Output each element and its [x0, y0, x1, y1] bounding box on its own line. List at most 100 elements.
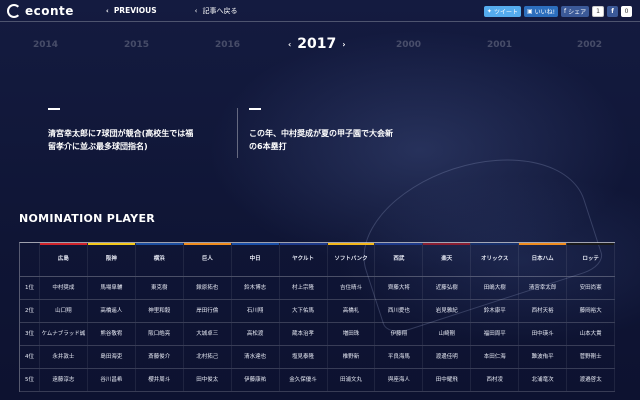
player-cell[interactable]: 高橋遥人 — [88, 300, 136, 322]
player-cell[interactable]: 田中俊太 — [184, 369, 232, 391]
team-header: ロッテ — [567, 243, 616, 276]
year-link[interactable]: 2014 — [33, 40, 58, 50]
player-cell[interactable]: 塩見泰隆 — [280, 346, 328, 368]
player-cell[interactable]: 難波侑平 — [519, 346, 568, 368]
player-cell[interactable]: 西川愛也 — [375, 300, 424, 322]
table-row: 4位 永井敦士 島田海吏 斎藤俊介 北村拓己 清水達也 塩見泰隆 椎野新 平良海馬 渡邊佳明 本田仁… — [20, 346, 616, 369]
player-cell[interactable]: 吉住晴斗 — [328, 277, 376, 299]
player-cell[interactable]: 鈴木博志 — [232, 277, 280, 299]
player-cell[interactable]: 東克樹 — [136, 277, 184, 299]
year-link[interactable]: 2015 — [124, 40, 149, 50]
player-cell[interactable]: 熊谷敬宥 — [88, 323, 136, 345]
player-cell[interactable]: 岸田行倫 — [184, 300, 232, 322]
like-button[interactable]: ▣ いいね! — [523, 6, 559, 17]
current-year: ‹ 2017 › — [288, 36, 346, 52]
player-cell[interactable]: 齊藤大将 — [375, 277, 424, 299]
player-cell[interactable]: 鈴木康平 — [471, 300, 520, 322]
back-to-article-button[interactable]: ‹ 記事へ戻る — [195, 6, 238, 16]
player-cell[interactable]: 高松渡 — [232, 323, 280, 345]
player-cell[interactable]: 馬場皐輔 — [88, 277, 136, 299]
facebook-share-button[interactable]: f シェア — [561, 6, 590, 17]
player-cell[interactable]: 與座海人 — [375, 369, 424, 391]
player-cell[interactable]: 高橋礼 — [328, 300, 376, 322]
player-cell[interactable]: 金久保優斗 — [280, 369, 328, 391]
player-cell[interactable]: 斎藤俊介 — [136, 346, 184, 368]
team-color-bar — [279, 243, 327, 245]
player-cell[interactable]: 櫻井周斗 — [136, 369, 184, 391]
table-header-row: 広島 阪神 横浜 巨人 中日 ヤクルト ソフトバンク 西武 楽天 オリックス 日本ハム ロッテ — [20, 243, 616, 277]
team-header: 広島 — [39, 243, 88, 276]
article-dash — [249, 108, 261, 110]
player-cell[interactable]: 大下佑馬 — [280, 300, 328, 322]
player-cell[interactable]: 島田海吏 — [88, 346, 136, 368]
year-link[interactable]: 2000 — [396, 40, 421, 50]
player-cell[interactable]: 田嶋大樹 — [471, 277, 520, 299]
rank-cell: 2位 — [20, 300, 40, 322]
team-name: 横浜 — [153, 256, 165, 262]
year-link[interactable]: 2002 — [577, 40, 602, 50]
player-cell[interactable]: 本田仁海 — [471, 346, 520, 368]
headline-line: 清宮幸太郎に7球団が競合(高校生では福 — [48, 129, 194, 138]
player-cell[interactable]: 近藤弘樹 — [423, 277, 472, 299]
year-link[interactable]: 2016 — [215, 40, 240, 50]
player-cell[interactable]: 福田周平 — [471, 323, 520, 345]
player-cell[interactable]: 谷川昌希 — [88, 369, 136, 391]
table-row: 2位 山口翔 高橋遥人 神里和毅 岸田行倫 石川翔 大下佑馬 高橋礼 西川愛也 岩見雅紀 鈴木康平西… — [20, 300, 616, 323]
player-cell[interactable]: 神里和毅 — [136, 300, 184, 322]
player-cell[interactable]: 西村天裕 — [519, 300, 568, 322]
logo-icon — [7, 3, 21, 18]
logo[interactable]: econte — [7, 3, 74, 18]
player-cell[interactable]: 岩見雅紀 — [423, 300, 472, 322]
player-cell[interactable]: 石川翔 — [232, 300, 280, 322]
player-cell[interactable]: 増田珠 — [328, 323, 376, 345]
player-cell[interactable]: ケムナブラッド誠 — [40, 323, 88, 345]
player-cell[interactable]: 菅野剛士 — [567, 346, 616, 368]
player-cell[interactable]: 渡邉啓太 — [567, 369, 616, 391]
player-cell[interactable]: 田中瑛斗 — [519, 323, 568, 345]
player-cell[interactable]: 清宮幸太郎 — [519, 277, 568, 299]
chevron-right-icon[interactable]: › — [342, 40, 345, 49]
team-header: 楽天 — [423, 243, 472, 276]
previous-label: PREVIOUS — [113, 6, 157, 15]
year-link[interactable]: 2001 — [487, 40, 512, 50]
player-cell[interactable]: 伊藤康祐 — [232, 369, 280, 391]
current-year-label: 2017 — [297, 36, 337, 52]
player-cell[interactable]: 安田尚憲 — [567, 277, 616, 299]
player-cell[interactable]: 椎野新 — [328, 346, 376, 368]
tweet-button[interactable]: ✦ ツイート — [483, 6, 521, 17]
player-cell[interactable]: 遠藤淳志 — [40, 369, 88, 391]
previous-button[interactable]: ‹ PREVIOUS — [106, 6, 157, 15]
tweet-label: ツイート — [493, 9, 518, 16]
rank-cell: 3位 — [20, 323, 40, 345]
chevron-left-icon[interactable]: ‹ — [288, 40, 291, 49]
team-name: ヤクルト — [292, 256, 314, 262]
player-cell[interactable]: 山崎剛 — [423, 323, 472, 345]
player-cell[interactable]: 中村奨成 — [40, 277, 88, 299]
player-cell[interactable]: 阪口皓亮 — [136, 323, 184, 345]
team-color-bar — [87, 243, 135, 245]
player-cell[interactable]: 蔵本治孝 — [280, 323, 328, 345]
player-cell[interactable]: 北浦竜次 — [519, 369, 568, 391]
player-cell[interactable]: 山口翔 — [40, 300, 88, 322]
player-cell[interactable]: 田中耀飛 — [423, 369, 472, 391]
player-cell[interactable]: 永井敦士 — [40, 346, 88, 368]
team-color-bar — [135, 243, 183, 245]
player-cell[interactable]: 平良海馬 — [375, 346, 424, 368]
player-cell[interactable]: 藤岡裕大 — [567, 300, 616, 322]
player-cell[interactable]: 村上宗隆 — [280, 277, 328, 299]
team-header: 横浜 — [135, 243, 184, 276]
rank-cell: 5位 — [20, 369, 40, 391]
player-cell[interactable]: 鍬原拓也 — [184, 277, 232, 299]
player-cell[interactable]: 西村凌 — [471, 369, 520, 391]
player-cell[interactable]: 北村拓己 — [184, 346, 232, 368]
player-cell[interactable]: 大城卓三 — [184, 323, 232, 345]
article-headline[interactable]: この年、中村奨成が夏の甲子園で大会新 の6本塁打 — [249, 127, 393, 153]
facebook-f-button[interactable]: f — [607, 6, 618, 17]
table-row: 5位 遠藤淳志 谷川昌希 櫻井周斗 田中俊太 伊藤康祐 金久保優斗 田浦文丸 與座海人 田中耀飛西… — [20, 369, 616, 392]
player-cell[interactable]: 清水達也 — [232, 346, 280, 368]
player-cell[interactable]: 山本大貴 — [567, 323, 616, 345]
player-cell[interactable]: 田浦文丸 — [328, 369, 376, 391]
article-headline[interactable]: 清宮幸太郎に7球団が競合(高校生では福 留孝介に並ぶ最多球団指名) — [48, 127, 193, 153]
player-cell[interactable]: 伊藤翔 — [375, 323, 424, 345]
player-cell[interactable]: 渡邊佳明 — [423, 346, 472, 368]
